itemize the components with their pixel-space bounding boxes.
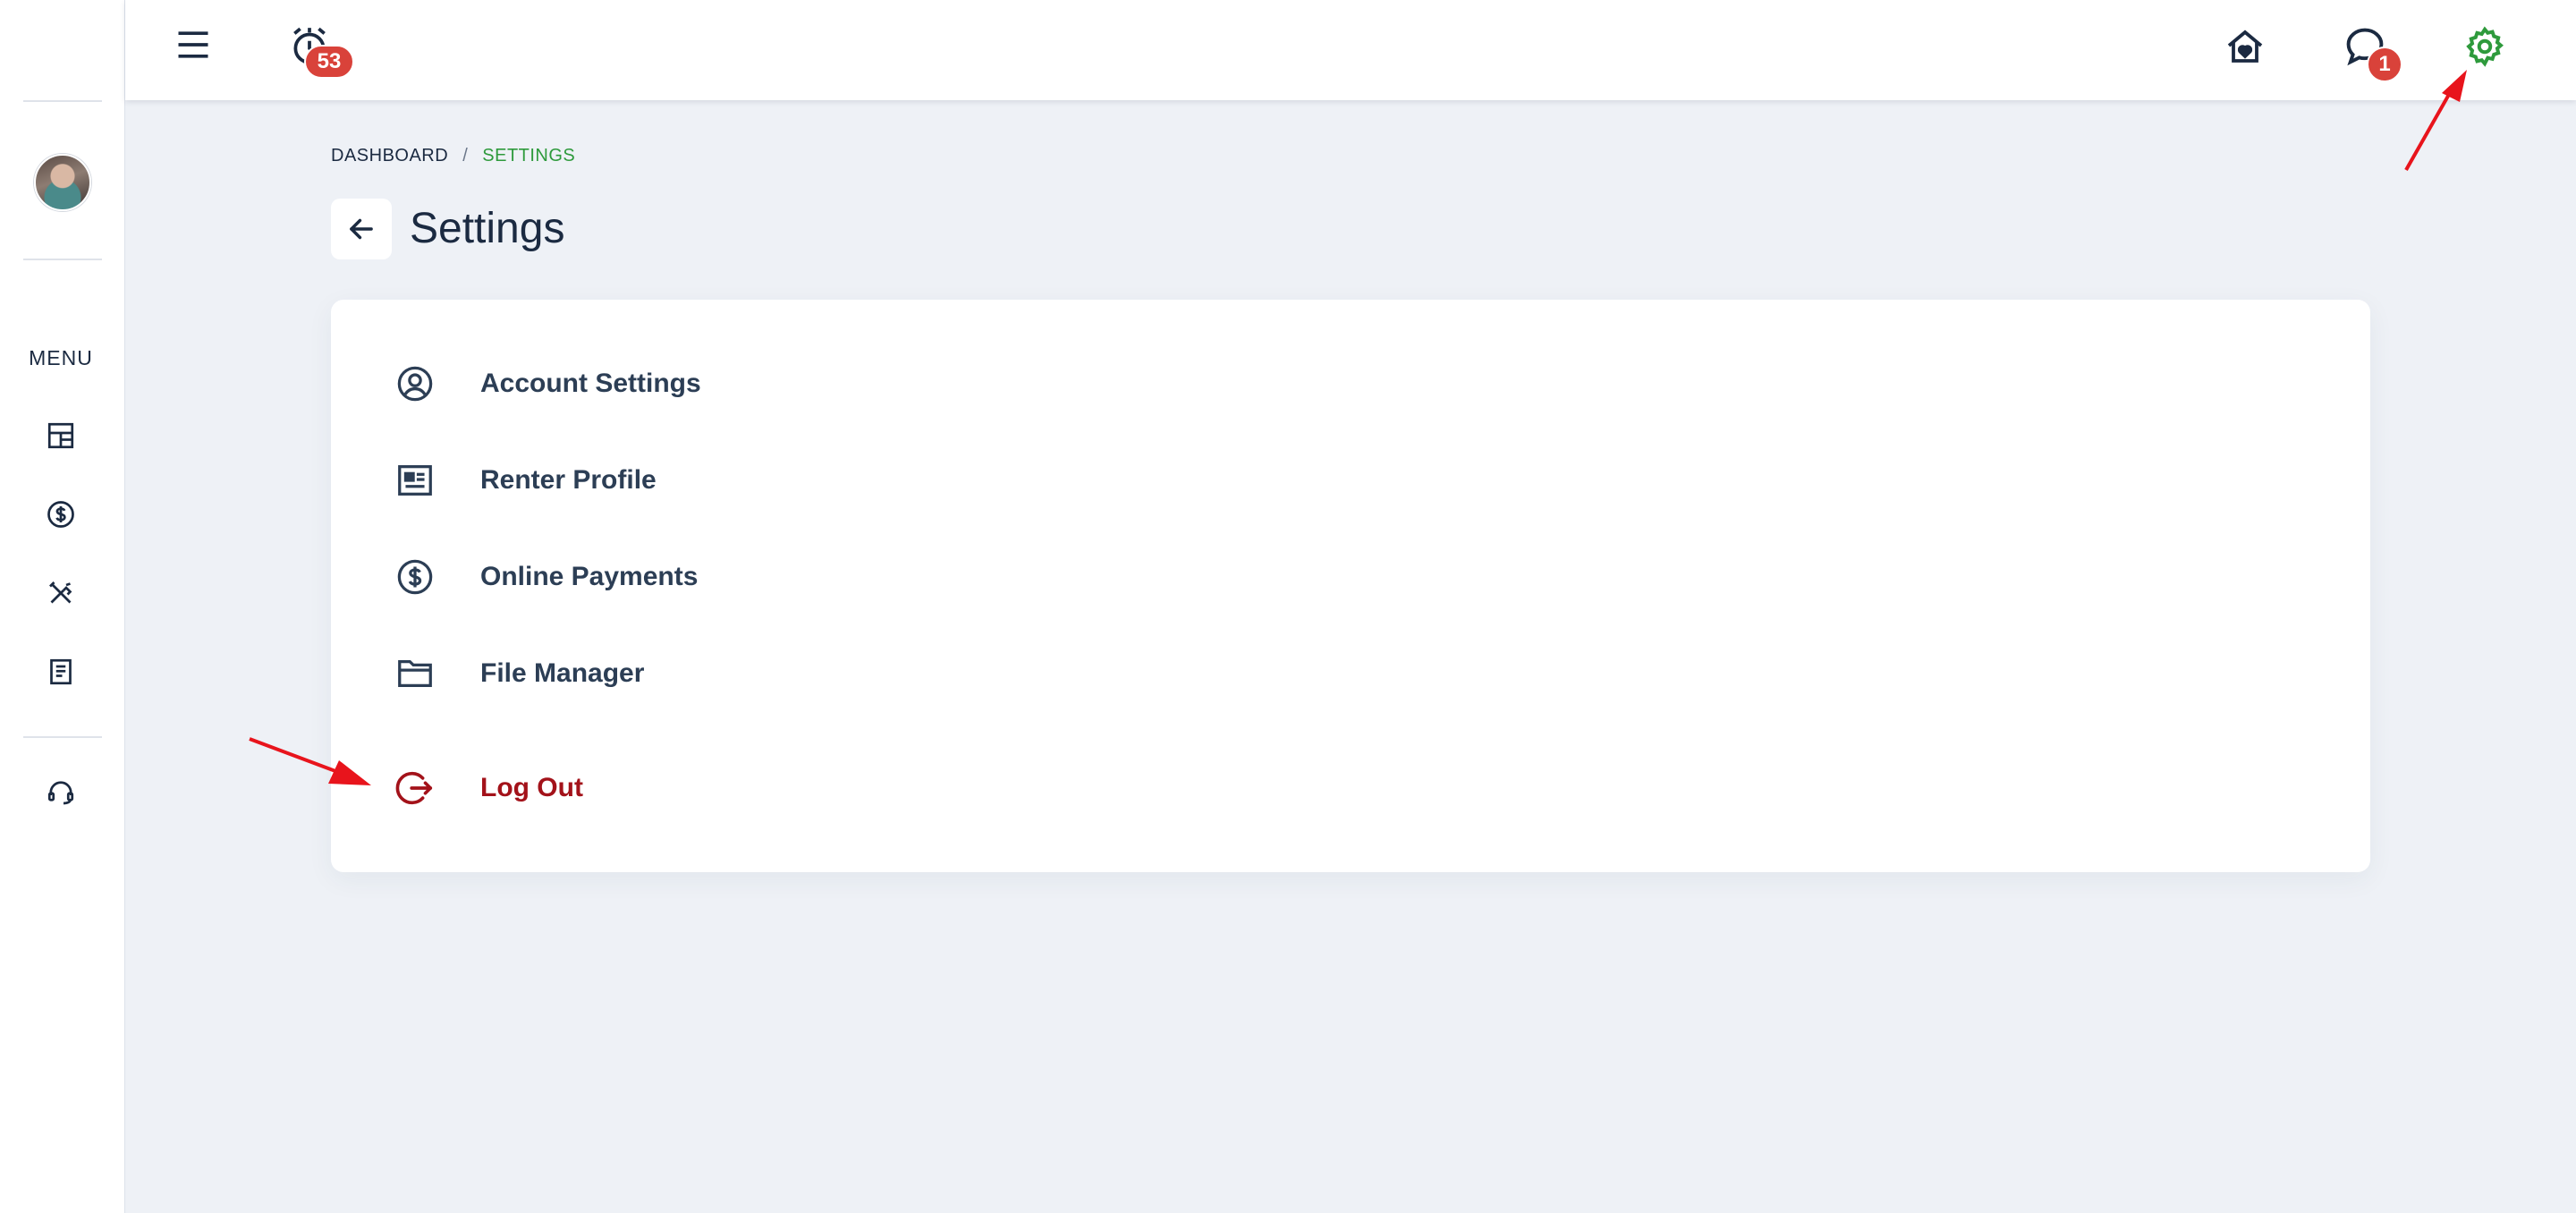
- page-title: Settings: [410, 205, 565, 252]
- dashboard-icon[interactable]: [41, 416, 80, 455]
- support-headset-icon[interactable]: [41, 773, 80, 812]
- settings-item-online-payments[interactable]: Online Payments: [394, 550, 698, 604]
- sidebar: MENU: [0, 0, 125, 1213]
- sidebar-divider: [23, 259, 102, 260]
- sidebar-divider: [23, 100, 102, 102]
- sidebar-menu-label: MENU: [29, 346, 93, 369]
- arrow-left-icon: [350, 218, 373, 240]
- settings-card: Account Settings Renter Profile Online P…: [331, 300, 2370, 872]
- dollar-circle-icon: [394, 556, 436, 598]
- breadcrumb-current: SETTINGS: [482, 146, 576, 165]
- dollar-icon[interactable]: [41, 495, 80, 534]
- breadcrumb: DASHBOARD / SETTINGS: [331, 146, 575, 166]
- logout-icon: [394, 767, 436, 810]
- settings-item-label: Renter Profile: [480, 465, 657, 495]
- hamburger-menu-icon[interactable]: [172, 23, 215, 66]
- messages-count-badge: 1: [2367, 47, 2402, 82]
- back-button[interactable]: [331, 199, 392, 259]
- settings-item-account[interactable]: Account Settings: [394, 357, 701, 411]
- logout-label: Log Out: [480, 773, 583, 802]
- notification-count-badge: 53: [304, 45, 354, 79]
- folder-icon: [394, 652, 436, 695]
- settings-gear-icon[interactable]: [2460, 21, 2510, 72]
- top-bar: 53 1: [125, 0, 2576, 100]
- home-heart-icon[interactable]: [2220, 21, 2270, 72]
- logout-button[interactable]: Log Out: [394, 761, 583, 815]
- avatar[interactable]: [34, 154, 91, 211]
- breadcrumb-dashboard-link[interactable]: DASHBOARD: [331, 146, 448, 166]
- settings-item-label: Account Settings: [480, 369, 701, 398]
- settings-item-file-manager[interactable]: File Manager: [394, 647, 644, 700]
- settings-item-label: File Manager: [480, 658, 645, 688]
- sidebar-divider: [23, 736, 102, 738]
- messages-button[interactable]: 1: [2338, 20, 2402, 82]
- user-circle-icon: [394, 362, 436, 405]
- settings-item-renter-profile[interactable]: Renter Profile: [394, 454, 657, 507]
- notifications-button[interactable]: 53: [284, 21, 354, 79]
- profile-card-icon: [394, 459, 436, 502]
- breadcrumb-separator: /: [462, 146, 469, 165]
- document-icon[interactable]: [41, 652, 80, 691]
- settings-item-label: Online Payments: [480, 562, 699, 591]
- tools-icon[interactable]: [41, 573, 80, 613]
